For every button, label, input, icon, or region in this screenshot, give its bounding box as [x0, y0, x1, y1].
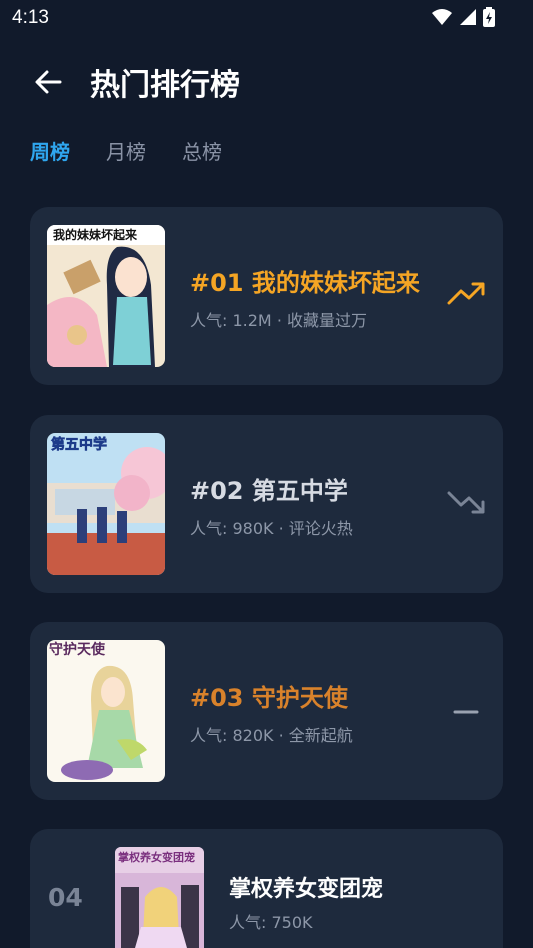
page-title: 热门排行榜 — [90, 68, 240, 103]
cover-title-text: 我的妹妹坏起来 — [53, 227, 138, 242]
status-bar: 4:13 — [0, 0, 533, 36]
tab-bar: 周榜 月榜 总榜 — [30, 136, 258, 165]
trending-up-icon — [447, 279, 487, 309]
item-subtitle: 人气: 750K — [229, 913, 313, 932]
item-subtitle: 人气: 820K · 全新起航 — [190, 726, 353, 745]
wifi-icon — [431, 8, 453, 30]
ranking-item[interactable]: 我的妹妹坏起来 #01 我的妹妹坏起来 人气: 1.2M · 收藏量过万 — [30, 207, 503, 385]
ranking-item[interactable]: 04 掌权养女变团宠 掌权养女变团宠 人气: 750K — [30, 829, 503, 948]
item-title: 掌权养女变团宠 — [229, 877, 384, 902]
tab-weekly[interactable]: 周榜 — [30, 136, 70, 165]
status-time: 4:13 — [12, 7, 49, 28]
cover-title-text: 守护天使 — [49, 641, 106, 658]
tab-monthly[interactable]: 月榜 — [106, 136, 146, 165]
rank-number: 04 — [48, 883, 83, 912]
cover-title-text: 掌权养女变团宠 — [118, 850, 195, 864]
cover-image: 守护天使 — [47, 640, 165, 782]
signal-icon — [459, 8, 477, 30]
trending-down-icon — [447, 487, 487, 517]
cover-image: 掌权养女变团宠 — [115, 847, 204, 948]
item-subtitle: 人气: 980K · 评论火热 — [190, 519, 353, 538]
battery-icon — [483, 7, 495, 31]
tab-all-time[interactable]: 总榜 — [182, 136, 222, 165]
item-title: #03 守护天使 — [190, 684, 348, 712]
cover-image: 我的妹妹坏起来 — [47, 225, 165, 367]
cover-title-text: 第五中学 — [51, 436, 107, 453]
cover-image: 第五中学 — [47, 433, 165, 575]
status-icons — [431, 7, 495, 31]
item-subtitle: 人气: 1.2M · 收藏量过万 — [190, 311, 367, 330]
item-title: #01 我的妹妹坏起来 — [190, 269, 420, 297]
ranking-item[interactable]: 守护天使 #03 守护天使 人气: 820K · 全新起航 — [30, 622, 503, 800]
steady-icon — [447, 694, 487, 724]
ranking-item[interactable]: 第五中学 #02 第五中学 人气: 980K · 评论火热 — [30, 415, 503, 593]
item-title: #02 第五中学 — [190, 477, 348, 505]
arrow-left-icon — [30, 70, 66, 104]
back-button[interactable] — [30, 64, 66, 100]
